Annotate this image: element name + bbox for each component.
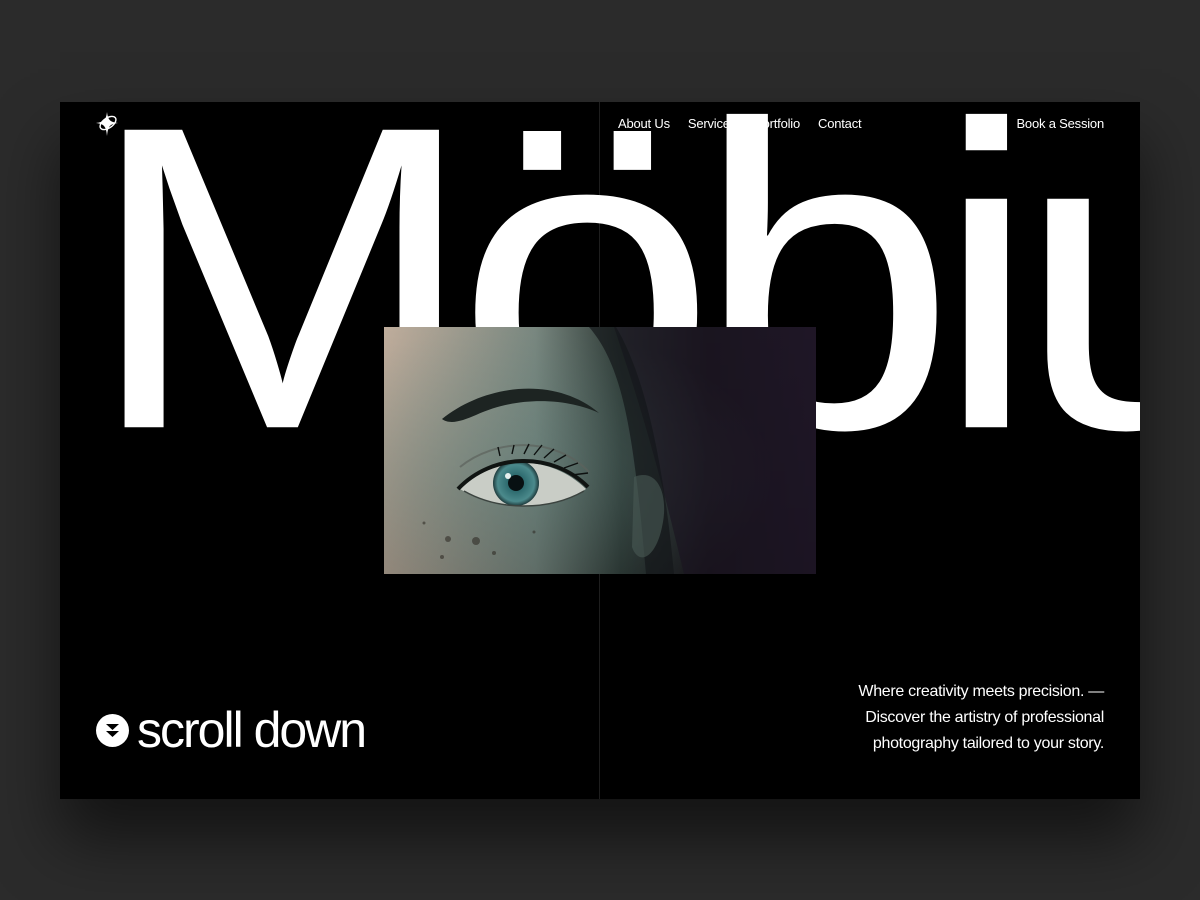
nav-contact[interactable]: Contact xyxy=(818,116,862,131)
hero-photo xyxy=(384,327,816,574)
tagline-line: photography tailored to your story. xyxy=(872,735,1104,752)
main-nav: About Us Services Portfolio Contact xyxy=(618,116,862,131)
eye-photo-image xyxy=(384,327,816,574)
tagline-line: Discover the artistry of professional xyxy=(865,709,1104,726)
chevron-double-down-icon xyxy=(96,713,129,747)
page-backdrop: Möbius xyxy=(0,0,1200,900)
hero-frame: Möbius xyxy=(60,102,1140,799)
tagline: Where creativity meets precision. — Disc… xyxy=(804,679,1104,757)
scroll-down-label: scroll down xyxy=(137,702,367,758)
tagline-line: Where creativity meets precision. — xyxy=(858,683,1104,700)
nav-about-us[interactable]: About Us xyxy=(618,116,670,131)
nav-services[interactable]: Services xyxy=(688,116,736,131)
sparkle-star-icon[interactable] xyxy=(94,110,122,138)
scroll-down-button[interactable]: scroll down xyxy=(96,702,367,758)
nav-portfolio[interactable]: Portfolio xyxy=(754,116,800,131)
book-session-link[interactable]: Book a Session xyxy=(1016,116,1104,131)
